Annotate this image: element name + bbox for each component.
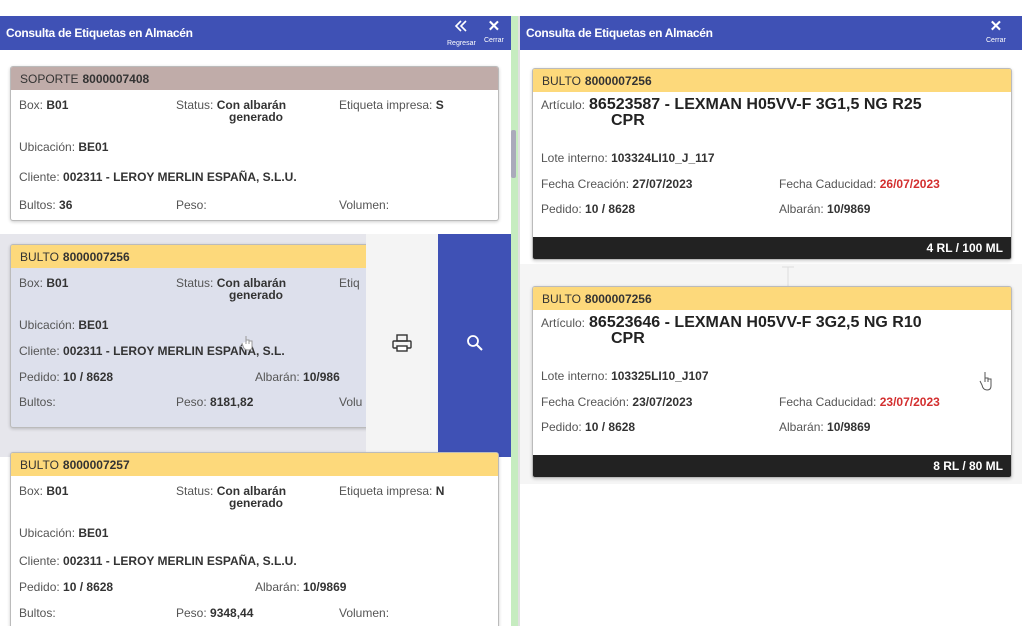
- expiry-row: Fecha Caducidad: 26/07/2023: [779, 177, 940, 191]
- lot-row: Lote interno: 103324LI10_J_117: [541, 151, 715, 165]
- card-code: 8000007256: [584, 291, 652, 306]
- cursor-hand-icon: [241, 335, 255, 356]
- volume-row: Volu: [339, 395, 363, 409]
- volume-row: Volumen:: [339, 198, 390, 212]
- article-row: Artículo: 86523587 - LEXMAN H05VV-F 3G1,5…: [541, 96, 922, 129]
- packages-row: Bultos: 36: [19, 198, 73, 212]
- box-row: Box: B01: [19, 484, 69, 498]
- article-row: Artículo: 86523646 - LEXMAN H05VV-F 3G2,5…: [541, 314, 922, 347]
- box-row: Box: B01: [19, 276, 69, 290]
- label-printed-row: Etiqueta impresa: N: [339, 484, 445, 498]
- packages-row: Bultos:: [19, 606, 56, 620]
- order-row: Pedido: 10 / 8628: [541, 202, 636, 216]
- card-header: BULTO 8000007256: [533, 69, 1011, 92]
- status-row-2: generado: [229, 288, 284, 302]
- weight-row: Peso: 8181,82: [176, 395, 254, 409]
- order-row: Pedido: 10 / 8628: [19, 370, 114, 384]
- location-row: Ubicación: BE01: [19, 318, 109, 332]
- label-printed-row: Etiqueta impresa: S: [339, 98, 444, 112]
- card-kind: BULTO: [20, 457, 59, 472]
- panel-divider: [511, 16, 518, 626]
- back-label: Regresar: [447, 40, 476, 47]
- cursor-hand-icon: [979, 371, 995, 396]
- left-title: Consulta de Etiquetas en Almacén: [6, 26, 193, 40]
- print-action[interactable]: [366, 234, 438, 457]
- right-panel: Consulta de Etiquetas en Almacén ✕ Cerra…: [518, 16, 1022, 626]
- card-code: 8000007256: [62, 249, 130, 264]
- card-header: BULTO 8000007256: [533, 287, 1011, 310]
- lot-row: Lote interno: 103325LI10_J107: [541, 369, 709, 383]
- right-title: Consulta de Etiquetas en Almacén: [526, 26, 713, 40]
- print-icon: [391, 333, 413, 358]
- back-icon: [453, 18, 469, 39]
- card-header: SOPORTE 8000007408: [11, 67, 498, 90]
- order-row: Pedido: 10 / 8628: [541, 420, 636, 434]
- quantity-bar: 4 RL / 100 ML: [533, 237, 1011, 259]
- quantity-bar: 8 RL / 80 ML: [533, 455, 1011, 477]
- delivery-row: Albarán: 10/9869: [255, 580, 347, 594]
- delivery-row: Albarán: 10/9869: [779, 420, 871, 434]
- delivery-row: Albarán: 10/9869: [779, 202, 871, 216]
- card-code: 8000007257: [62, 457, 130, 472]
- card-header: BULTO 8000007256: [11, 245, 409, 268]
- screen: Consulta de Etiquetas en Almacén Regresa…: [0, 0, 1022, 626]
- label-card-soporte[interactable]: SOPORTE 8000007408 Box: B01 Status: Con …: [10, 66, 499, 221]
- left-panel: Consulta de Etiquetas en Almacén Regresa…: [0, 16, 518, 626]
- client-row: Cliente: 002311 - LEROY MERLIN ESPAÑA, S…: [19, 170, 297, 184]
- card-kind: BULTO: [542, 291, 581, 306]
- right-close-label: Cerrar: [986, 37, 1006, 44]
- label-card-bulto-swiped[interactable]: BULTO 8000007256 Box: B01 Status: Con al…: [10, 244, 410, 428]
- card-kind: BULTO: [542, 73, 581, 88]
- right-close-button[interactable]: ✕ Cerrar: [986, 18, 1006, 45]
- packages-row: Bultos:: [19, 395, 56, 409]
- back-button[interactable]: Regresar: [447, 18, 476, 48]
- card-code: 8000007408: [82, 71, 150, 86]
- article-card[interactable]: BULTO 8000007256 Artículo: 86523587 - LEX…: [532, 68, 1012, 260]
- article-card[interactable]: BULTO 8000007256 Artículo: 86523646 - LEX…: [532, 286, 1012, 478]
- status-row-2: generado: [229, 496, 284, 510]
- search-icon: [466, 334, 484, 357]
- location-row: Ubicación: BE01: [19, 140, 109, 154]
- card-header: BULTO 8000007257: [11, 453, 498, 476]
- delivery-row: Albarán: 10/986: [255, 370, 340, 384]
- search-action[interactable]: [438, 234, 511, 457]
- right-topbar: Consulta de Etiquetas en Almacén ✕ Cerra…: [520, 16, 1022, 50]
- created-row: Fecha Creación: 23/07/2023: [541, 395, 693, 409]
- created-row: Fecha Creación: 27/07/2023: [541, 177, 693, 191]
- expiry-row: Fecha Caducidad: 23/07/2023: [779, 395, 940, 409]
- client-row: Cliente: 002311 - LEROY MERLIN ESPAÑA, S…: [19, 554, 297, 568]
- close-icon: ✕: [487, 18, 501, 35]
- left-topbar: Consulta de Etiquetas en Almacén Regresa…: [0, 16, 518, 50]
- card-kind: BULTO: [20, 249, 59, 264]
- weight-row: Peso: 9348,44: [176, 606, 254, 620]
- left-close-label: Cerrar: [484, 37, 504, 44]
- box-row: Box: B01: [19, 98, 69, 112]
- left-close-button[interactable]: ✕ Cerrar: [484, 18, 504, 45]
- order-row: Pedido: 10 / 8628: [19, 580, 114, 594]
- weight-row: Peso:: [176, 198, 207, 212]
- card-kind: SOPORTE: [20, 71, 79, 86]
- close-icon: ✕: [989, 18, 1003, 35]
- status-row-2: generado: [229, 110, 284, 124]
- label-card-bulto[interactable]: BULTO 8000007257 Box: B01 Status: Con al…: [10, 452, 499, 626]
- card-code: 8000007256: [584, 73, 652, 88]
- label-printed-row: Etiq: [339, 276, 360, 290]
- location-row: Ubicación: BE01: [19, 526, 109, 540]
- left-scrollbar[interactable]: [511, 130, 516, 178]
- volume-row: Volumen:: [339, 606, 390, 620]
